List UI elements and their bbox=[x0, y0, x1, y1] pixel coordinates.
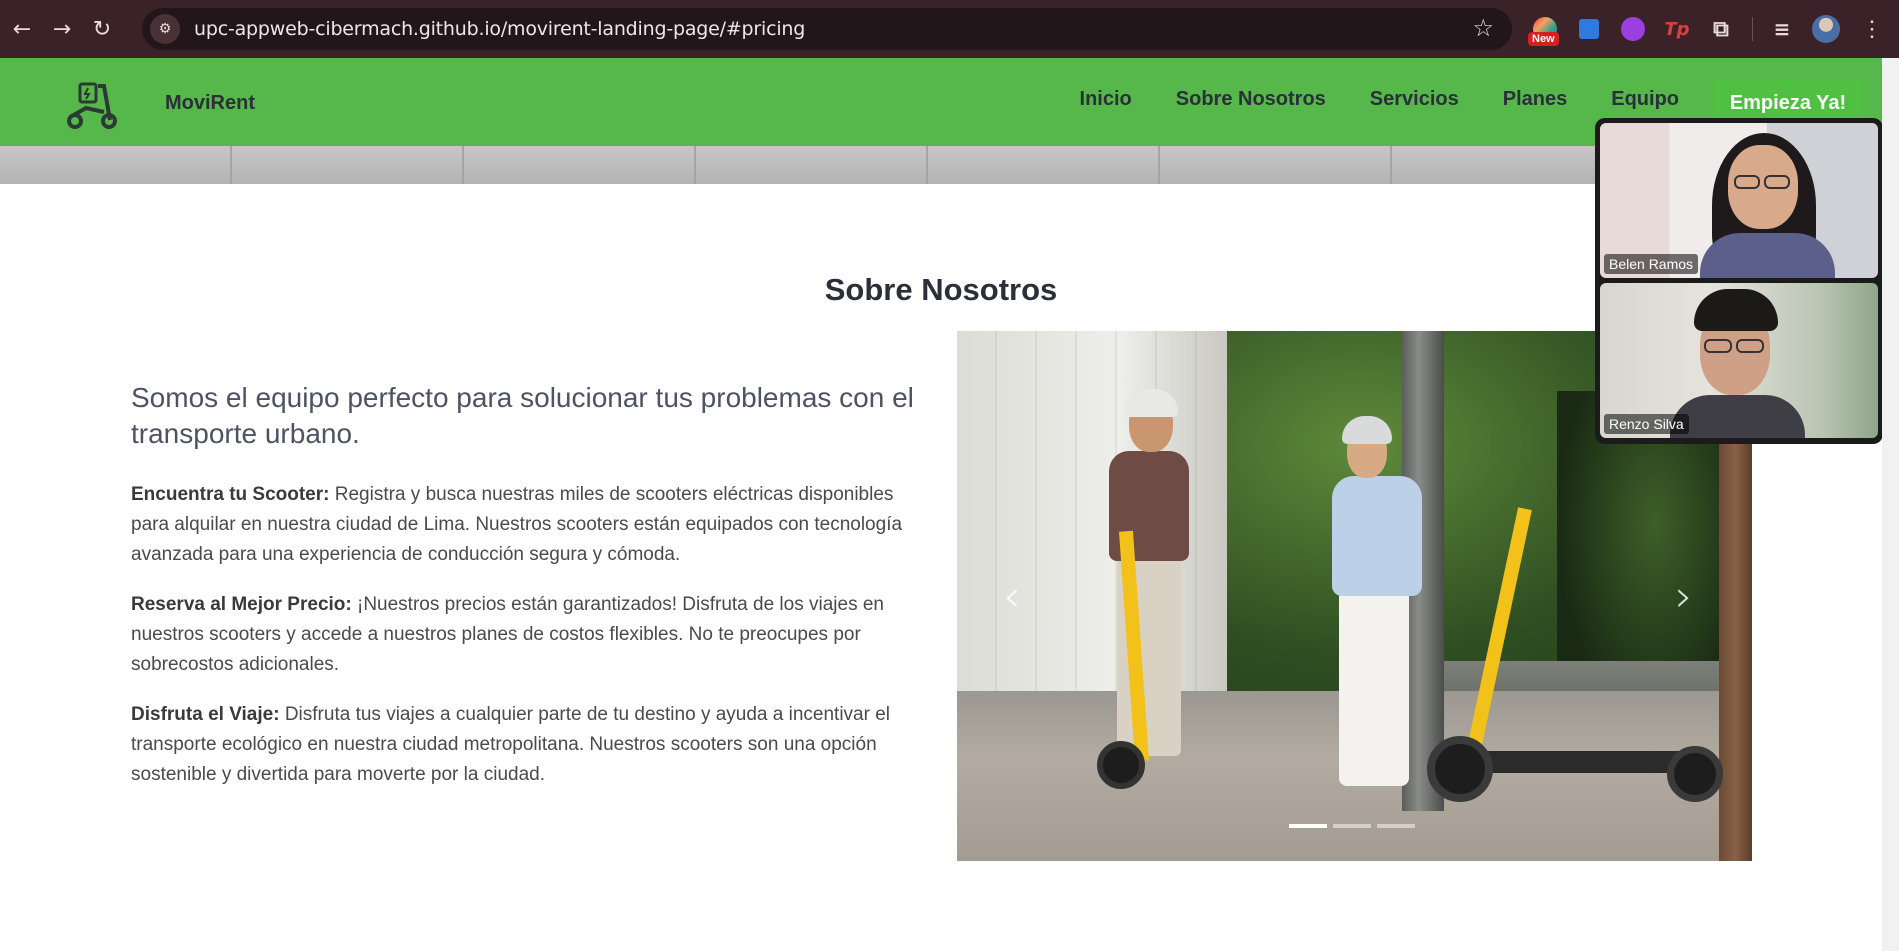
extension-new-icon[interactable]: New bbox=[1528, 14, 1560, 46]
new-badge: New bbox=[1528, 32, 1559, 46]
participant-video bbox=[1736, 339, 1764, 353]
profile-avatar[interactable] bbox=[1811, 14, 1841, 44]
participant-tile[interactable]: Renzo Silva bbox=[1600, 283, 1878, 438]
forward-icon[interactable]: → bbox=[44, 11, 80, 47]
photo-person bbox=[1332, 476, 1422, 596]
about-paragraph-price: Reserva al Mejor Precio: ¡Nuestros preci… bbox=[131, 590, 931, 680]
photo-scooter-wheel bbox=[1667, 746, 1723, 802]
purple-extension-icon[interactable] bbox=[1618, 14, 1648, 44]
photo-person bbox=[1339, 586, 1409, 786]
carousel-indicator[interactable] bbox=[1333, 824, 1371, 828]
paragraph-heading: Reserva al Mejor Precio: bbox=[131, 594, 352, 615]
address-bar[interactable]: ⚙ upc-appweb-cibermach.github.io/moviren… bbox=[142, 8, 1512, 50]
page-scrollbar[interactable] bbox=[1882, 58, 1899, 951]
participant-name: Renzo Silva bbox=[1604, 414, 1689, 434]
participant-video bbox=[1670, 395, 1805, 438]
participant-video bbox=[1734, 175, 1760, 189]
bookmark-star-icon[interactable]: ☆ bbox=[1472, 14, 1494, 42]
site-info-icon[interactable]: ⚙ bbox=[150, 14, 180, 44]
paragraph-heading: Disfruta el Viaje: bbox=[131, 704, 280, 725]
participant-name: Belen Ramos bbox=[1604, 254, 1699, 274]
participant-video bbox=[1704, 339, 1732, 353]
carousel-next-icon[interactable]: › bbox=[1675, 571, 1693, 622]
video-call-overlay[interactable]: Belen Ramos Renzo Silva bbox=[1595, 118, 1883, 444]
paragraph-heading: Encuentra tu Scooter: bbox=[131, 484, 330, 505]
back-icon[interactable]: ← bbox=[4, 11, 40, 47]
trello-extension-icon[interactable] bbox=[1574, 14, 1604, 44]
url-text[interactable]: upc-appweb-cibermach.github.io/movirent-… bbox=[194, 18, 805, 40]
carousel-indicators bbox=[1289, 824, 1415, 828]
participant-video bbox=[1694, 289, 1778, 331]
about-paragraph-trip: Disfruta el Viaje: Disfruta tus viajes a… bbox=[131, 700, 931, 790]
carousel-prev-icon[interactable]: ‹ bbox=[1003, 571, 1021, 622]
about-lead: Somos el equipo perfecto para solucionar… bbox=[131, 382, 914, 449]
photo-scooter-wheel bbox=[1097, 741, 1145, 789]
nav-link-sobre-nosotros[interactable]: Sobre Nosotros bbox=[1176, 88, 1326, 111]
tp-extension-icon[interactable]: Tp bbox=[1662, 14, 1692, 44]
participant-tile[interactable]: Belen Ramos bbox=[1600, 123, 1878, 278]
about-paragraph-scooter: Encuentra tu Scooter: Registra y busca n… bbox=[131, 480, 931, 570]
scooter-logo-icon[interactable] bbox=[66, 80, 118, 130]
chrome-menu-icon[interactable]: ⋮ bbox=[1861, 16, 1883, 42]
toolbar-divider bbox=[1752, 17, 1753, 41]
nav-link-servicios[interactable]: Servicios bbox=[1370, 88, 1459, 111]
photo-tree-trunk bbox=[1719, 391, 1752, 861]
participant-video bbox=[1764, 175, 1790, 189]
participant-video bbox=[1700, 233, 1835, 278]
carousel-indicator[interactable] bbox=[1377, 824, 1415, 828]
reload-icon[interactable]: ↻ bbox=[84, 11, 120, 47]
nav-link-planes[interactable]: Planes bbox=[1503, 88, 1567, 111]
extensions-puzzle-icon[interactable]: ⧉ bbox=[1706, 14, 1736, 44]
browser-toolbar: ← → ↻ ⚙ upc-appweb-cibermach.github.io/m… bbox=[0, 0, 1899, 58]
media-control-icon[interactable]: ≡ bbox=[1767, 14, 1797, 44]
nav-link-equipo[interactable]: Equipo bbox=[1611, 88, 1679, 111]
extensions-bar: New Tp ⧉ ≡ ⋮ bbox=[1528, 12, 1883, 46]
carousel-indicator[interactable] bbox=[1289, 824, 1327, 828]
nav-links: Inicio Sobre Nosotros Servicios Planes E… bbox=[1036, 88, 1679, 111]
nav-link-inicio[interactable]: Inicio bbox=[1080, 88, 1132, 111]
brand-name[interactable]: MoviRent bbox=[165, 92, 255, 115]
photo-scooter-wheel bbox=[1427, 736, 1493, 802]
